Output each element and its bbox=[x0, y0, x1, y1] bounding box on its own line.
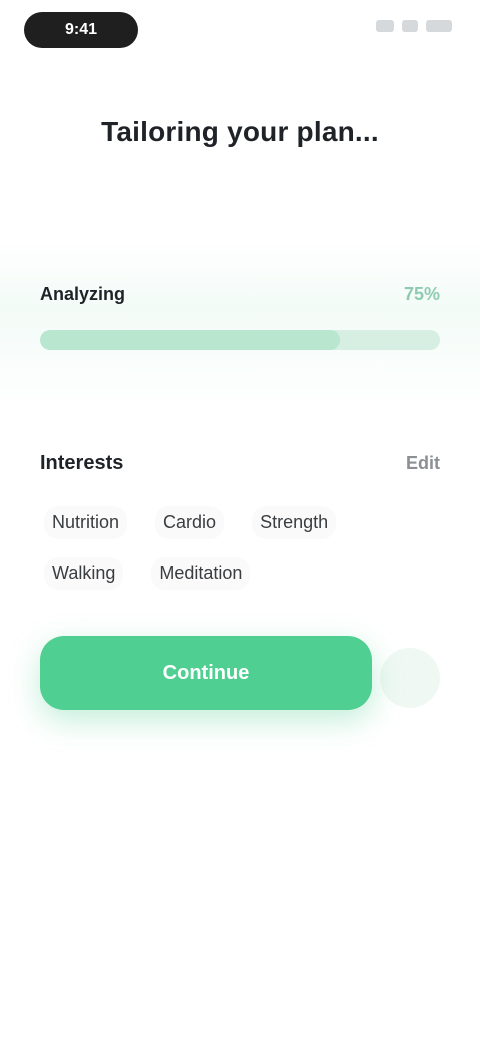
interests-label: Interests bbox=[40, 452, 124, 474]
decorative-blur bbox=[380, 648, 440, 708]
page-title: Tailoring your plan... bbox=[101, 116, 379, 147]
status-time: 9:41 bbox=[24, 12, 138, 48]
status-icons bbox=[376, 20, 452, 32]
progress-header: Analyzing 75% bbox=[40, 284, 440, 305]
interest-chip[interactable]: Walking bbox=[44, 557, 124, 590]
interest-chip[interactable]: Nutrition bbox=[44, 506, 128, 539]
interest-chip[interactable]: Meditation bbox=[151, 557, 251, 590]
continue-button[interactable]: Continue bbox=[40, 636, 372, 710]
progress-track bbox=[40, 330, 440, 350]
battery-icon bbox=[426, 20, 452, 32]
progress-section-background bbox=[0, 240, 480, 410]
edit-interests-link[interactable]: Edit bbox=[406, 453, 440, 474]
progress-fill bbox=[40, 330, 340, 350]
interest-chip[interactable]: Strength bbox=[252, 506, 337, 539]
interest-chip[interactable]: Cardio bbox=[155, 506, 225, 539]
progress-label: Analyzing bbox=[40, 284, 126, 304]
progress-value: 75% bbox=[403, 284, 440, 304]
wifi-icon bbox=[402, 20, 418, 32]
signal-icon bbox=[376, 20, 394, 32]
status-bar: 9:41 bbox=[0, 0, 480, 64]
interests-header: Interests Edit bbox=[40, 452, 440, 475]
interest-chips: Nutrition Cardio Strength Walking Medita… bbox=[44, 506, 440, 590]
